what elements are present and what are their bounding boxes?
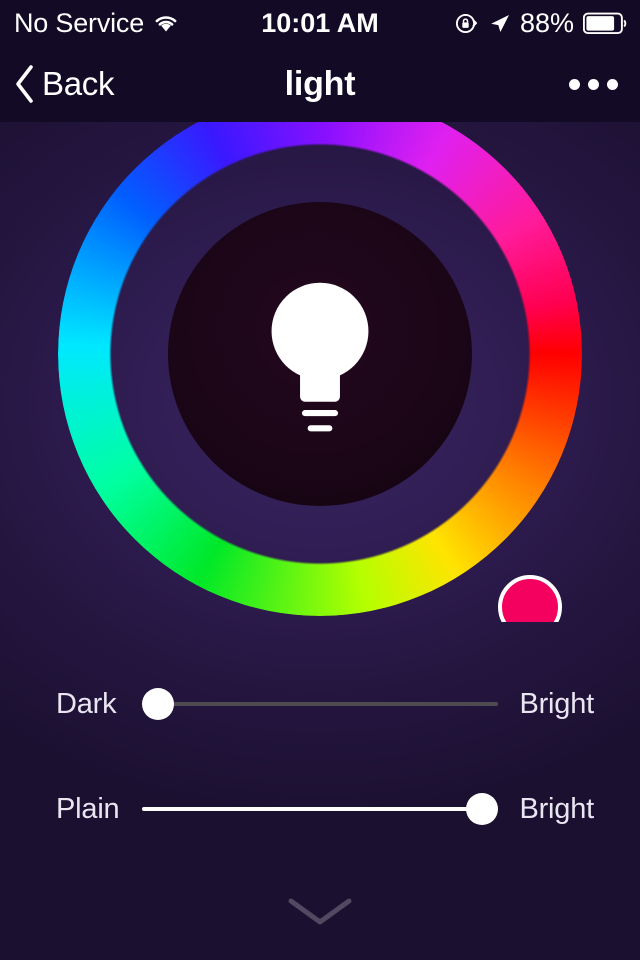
lightbulb-icon (168, 202, 472, 506)
saturation-slider-track-wrap[interactable] (142, 786, 498, 832)
saturation-slider-knob[interactable] (466, 793, 498, 825)
page-title: light (284, 64, 356, 103)
color-wheel-knob[interactable] (498, 575, 562, 622)
battery-percent-label: 88% (519, 7, 574, 38)
more-options-button[interactable] (569, 46, 618, 122)
light-control-screen: No Service 10:01 AM 88% Back light Dark … (0, 0, 640, 960)
saturation-slider-min-label: Plain (56, 792, 120, 825)
more-dot-3 (607, 78, 618, 90)
brightness-slider-track[interactable] (142, 702, 498, 706)
rotation-lock-icon (454, 11, 479, 36)
location-arrow-icon (488, 12, 511, 35)
battery-icon (583, 12, 628, 35)
expand-panel-handle[interactable] (0, 895, 640, 934)
more-horizontal-icon (569, 78, 580, 90)
brightness-slider-min-label: Dark (56, 687, 117, 720)
color-wheel-area (0, 122, 640, 622)
status-bar: No Service 10:01 AM 88% (0, 0, 640, 46)
status-bar-right: 88% (454, 8, 628, 39)
clock-label: 10:01 AM (261, 7, 379, 38)
saturation-slider: Plain Bright (0, 786, 640, 832)
navigation-bar: Back light (0, 46, 640, 122)
brightness-slider-track-wrap[interactable] (142, 681, 498, 727)
more-dot-2 (588, 78, 599, 90)
saturation-slider-max-label: Bright (519, 792, 594, 825)
brightness-slider-knob[interactable] (142, 688, 174, 720)
brightness-slider-max-label: Bright (519, 687, 594, 720)
brightness-slider: Dark Bright (0, 681, 640, 727)
chevron-down-icon (285, 895, 355, 934)
saturation-slider-track[interactable] (142, 807, 498, 811)
